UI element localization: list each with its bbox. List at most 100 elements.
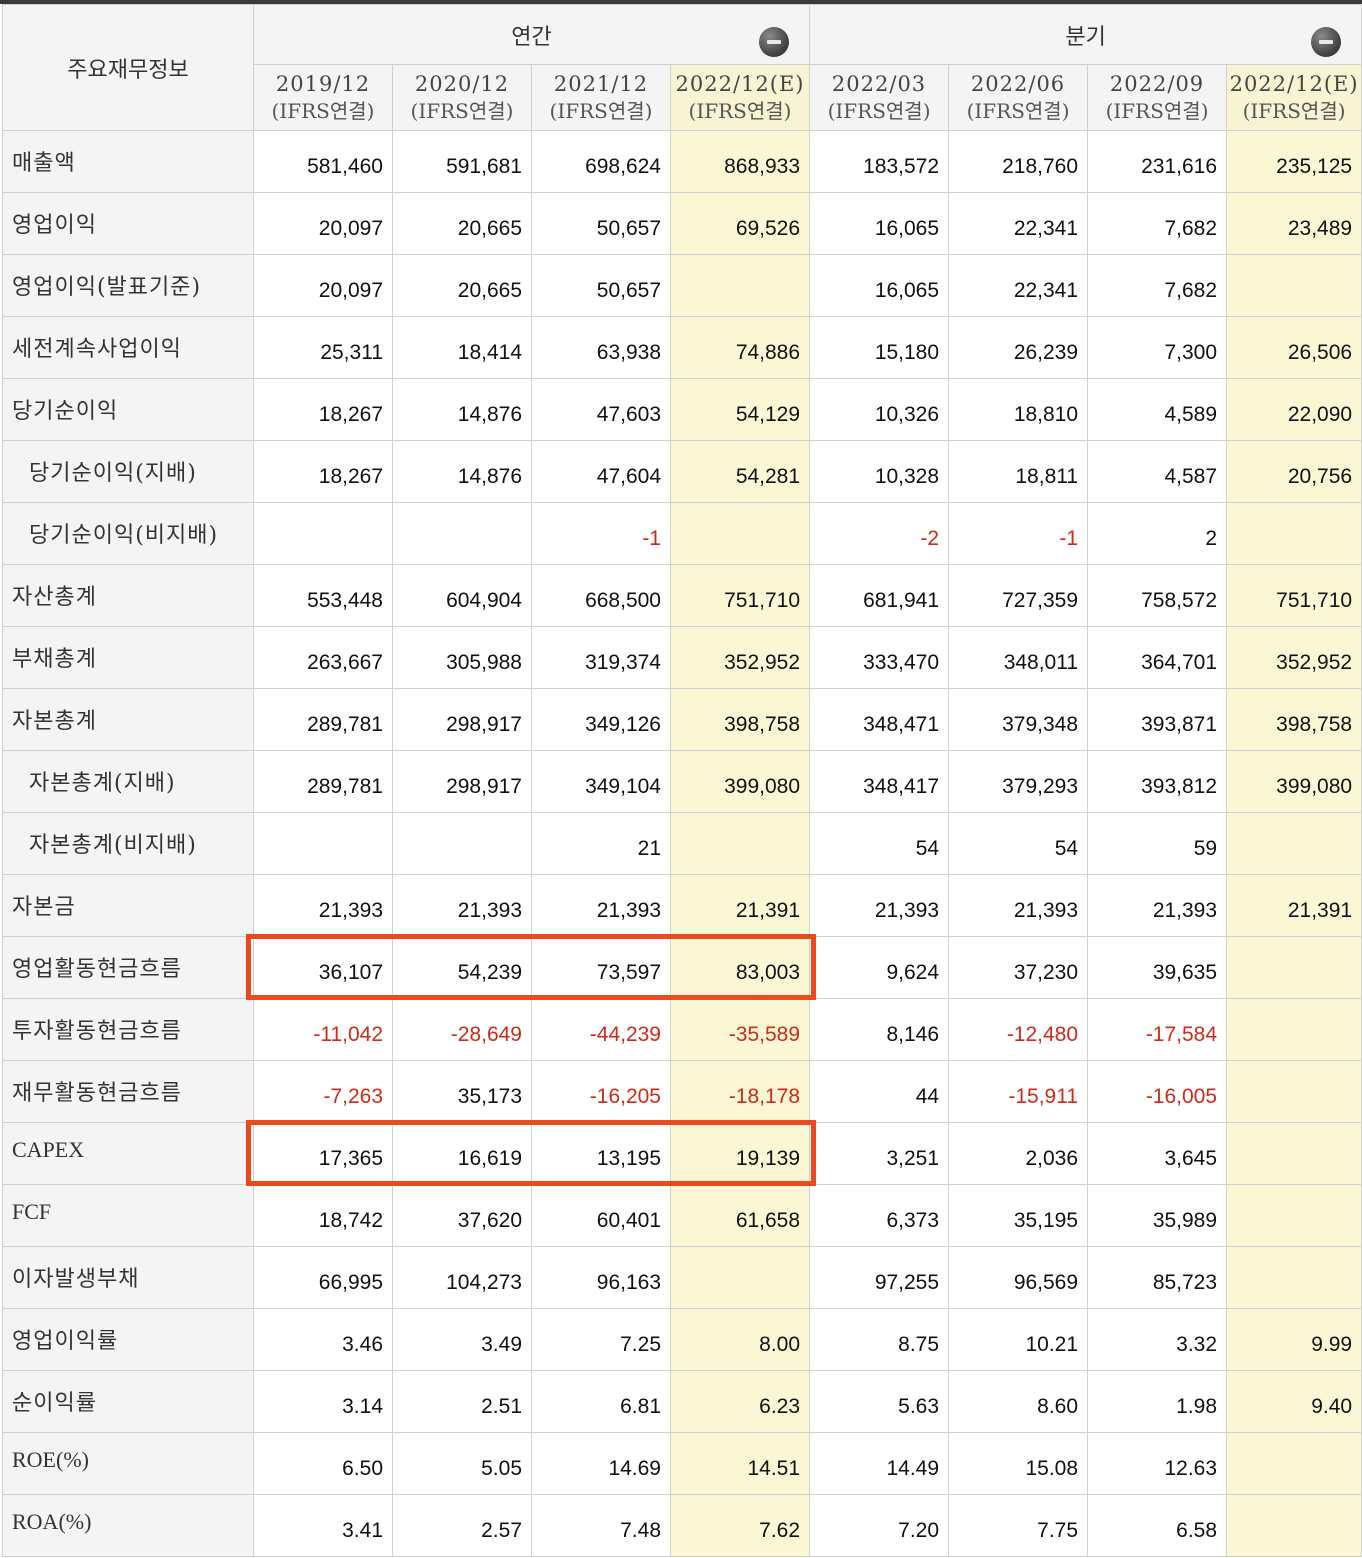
- table-cell: 4,587: [1087, 440, 1228, 503]
- table-cell: 14,876: [392, 440, 532, 503]
- row-label: 영업이익: [2, 192, 254, 255]
- table-cell: 2,036: [948, 1122, 1089, 1185]
- table-row: 자본총계(비지배) 21 54 54 59: [2, 812, 1362, 875]
- row-label: 영업활동현금흐름: [2, 936, 254, 999]
- annual-label: 연간: [511, 25, 552, 50]
- table-row: ROA(%) 3.41 2.57 7.48 7.62 7.20 7.75 6.58: [2, 1494, 1362, 1557]
- table-cell: 758,572: [1087, 564, 1228, 627]
- period-date: 2022/09: [1109, 71, 1205, 96]
- table-cell: 37,230: [948, 936, 1089, 999]
- period-header: 2022/03 (IFRS연결): [809, 64, 950, 131]
- table-cell: 20,665: [392, 254, 532, 317]
- table-cell: [392, 502, 532, 565]
- table-row: 세전계속사업이익 25,311 18,414 63,938 74,886 15,180 26…: [2, 316, 1362, 379]
- row-label: ROE(%): [2, 1432, 254, 1495]
- table-cell: 393,871: [1087, 688, 1228, 751]
- financial-summary-table: 주요재무정보 연간 분기 2019/12 (IFRS연결) 2020/12 (IFRS…: [2, 4, 1362, 1557]
- table-cell: 14.69: [531, 1432, 671, 1495]
- table-cell: 399,080: [669, 750, 811, 813]
- row-label: 자본총계(지배): [2, 750, 254, 813]
- header-group-row: 주요재무정보 연간 분기: [2, 4, 1362, 131]
- table-body: 매출액 581,460 591,681 698,624 868,933 183,572 21…: [2, 130, 1362, 1557]
- table-cell: 18,742: [253, 1184, 393, 1247]
- row-label: 순이익률: [2, 1370, 254, 1433]
- period-header: 2022/09 (IFRS연결): [1087, 64, 1228, 131]
- period-date: 2020/12: [414, 71, 510, 96]
- table-cell: 50,657: [531, 254, 671, 317]
- table-cell: [669, 1246, 811, 1309]
- table-cell: 47,603: [531, 378, 671, 441]
- table-cell: 751,710: [1226, 564, 1362, 627]
- table-cell: 289,781: [253, 688, 393, 751]
- table-cell: 22,341: [948, 254, 1089, 317]
- table-cell: 218,760: [948, 130, 1089, 193]
- table-cell: 3.41: [253, 1494, 393, 1557]
- table-cell: 7,682: [1087, 254, 1228, 317]
- table-cell: -16,005: [1087, 1060, 1228, 1123]
- table-cell: 66,995: [253, 1246, 393, 1309]
- table-cell: 305,988: [392, 626, 532, 689]
- table-cell: 21: [531, 812, 671, 875]
- period-header: 2022/06 (IFRS연결): [948, 64, 1089, 131]
- table-cell: 398,758: [669, 688, 811, 751]
- table-cell: 47,604: [531, 440, 671, 503]
- table-cell: 54: [809, 812, 950, 875]
- table-cell: [253, 812, 393, 875]
- table-cell: -35,589: [669, 998, 811, 1061]
- table-cell: 23,489: [1226, 192, 1362, 255]
- table-cell: 22,341: [948, 192, 1089, 255]
- row-label: 세전계속사업이익: [2, 316, 254, 379]
- quarterly-label: 분기: [1065, 25, 1106, 50]
- row-label: 자본금: [2, 874, 254, 937]
- table-cell: 37,620: [392, 1184, 532, 1247]
- collapse-quarterly-icon[interactable]: [1311, 27, 1342, 57]
- table-cell: 604,904: [392, 564, 532, 627]
- table-cell: 6.50: [253, 1432, 393, 1495]
- collapse-annual-icon[interactable]: [759, 27, 790, 57]
- table-cell: 35,195: [948, 1184, 1089, 1247]
- table-cell: 349,126: [531, 688, 671, 751]
- table-cell: 8.00: [669, 1308, 811, 1371]
- table-cell: 4,589: [1087, 378, 1228, 441]
- highlight-box-operating-cash-flow: [246, 933, 816, 1000]
- table-cell: 14.51: [669, 1432, 811, 1495]
- table-cell: 63,938: [531, 316, 671, 379]
- table-cell: 1.98: [1087, 1370, 1228, 1433]
- table-cell: 8.75: [809, 1308, 950, 1371]
- table-cell: -17,584: [1087, 998, 1228, 1061]
- table-cell: 3,251: [809, 1122, 950, 1185]
- table-cell: 18,811: [948, 440, 1089, 503]
- table-cell: [392, 812, 532, 875]
- table-cell: -15,911: [948, 1060, 1089, 1123]
- period-standard: (IFRS연결): [1242, 98, 1346, 123]
- table-cell: 15.08: [948, 1432, 1089, 1495]
- table-cell: 35,173: [392, 1060, 532, 1123]
- table-cell: 352,952: [1226, 626, 1362, 689]
- table-cell: 21,391: [669, 874, 811, 937]
- table-cell: 591,681: [392, 130, 532, 193]
- table-cell: 8.60: [948, 1370, 1089, 1433]
- table-cell: 348,011: [948, 626, 1089, 689]
- table-row: 자본금 21,393 21,393 21,393 21,391 21,393 21,393 2…: [2, 874, 1362, 937]
- table-cell: 231,616: [1087, 130, 1228, 193]
- table-cell: 7,682: [1087, 192, 1228, 255]
- table-cell: 39,635: [1087, 936, 1228, 999]
- table-cell: 18,267: [253, 440, 393, 503]
- table-cell: 96,163: [531, 1246, 671, 1309]
- table-cell: 35,989: [1087, 1184, 1228, 1247]
- table-cell: 3.49: [392, 1308, 532, 1371]
- table-cell: 868,933: [669, 130, 811, 193]
- table-cell: 22,090: [1226, 378, 1362, 441]
- table-cell: 16,065: [809, 192, 950, 255]
- period-date: 2022/12(E): [1229, 71, 1359, 96]
- table-cell: 20,665: [392, 192, 532, 255]
- row-label: 투자활동현금흐름: [2, 998, 254, 1061]
- row-label: ROA(%): [2, 1494, 254, 1557]
- table-cell: [1226, 1060, 1362, 1123]
- table-cell: -44,239: [531, 998, 671, 1061]
- table-cell: 20,097: [253, 254, 393, 317]
- table-cell: 61,658: [669, 1184, 811, 1247]
- period-header: 2022/12(E) (IFRS연결): [1226, 64, 1362, 131]
- period-standard: (IFRS연결): [827, 98, 931, 123]
- table-cell: [669, 812, 811, 875]
